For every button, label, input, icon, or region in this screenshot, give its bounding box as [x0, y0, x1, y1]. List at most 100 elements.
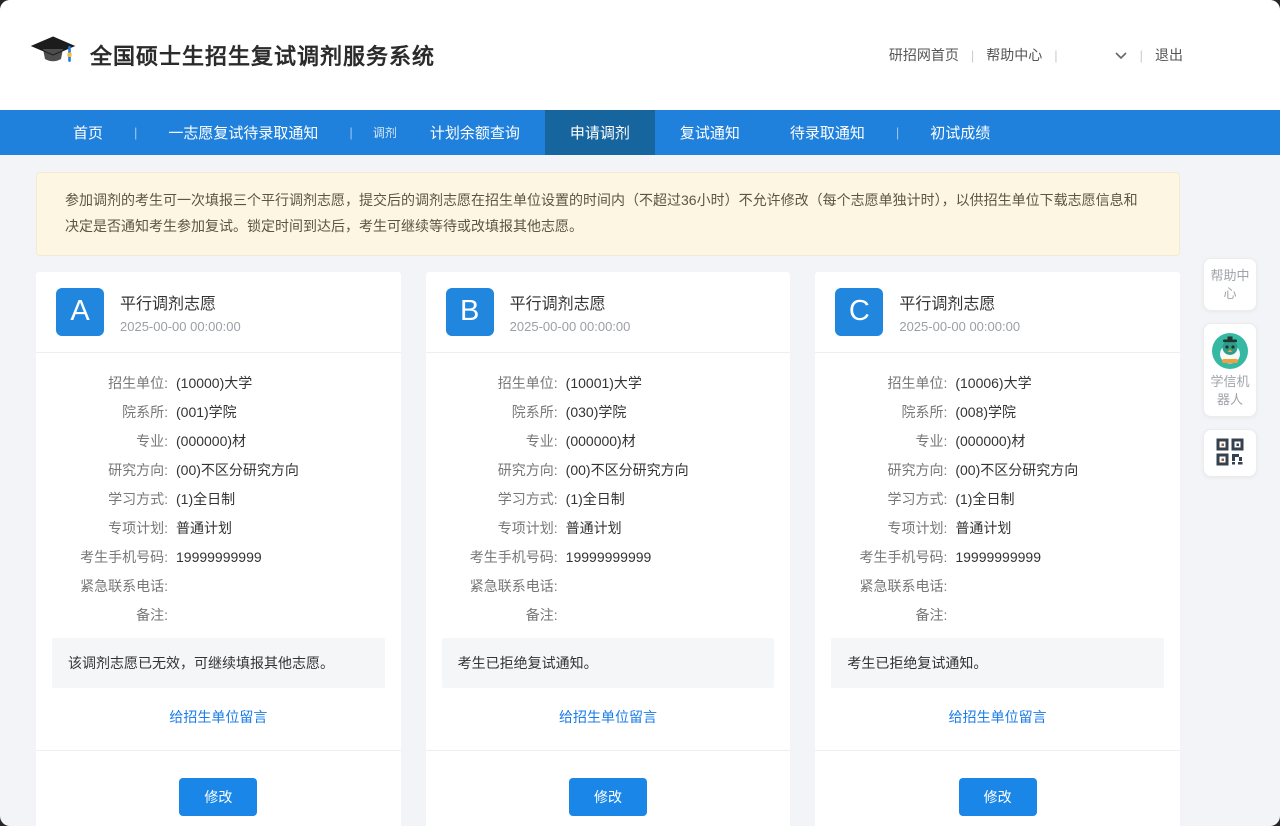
nav-item-link[interactable]: 待录取通知 [765, 110, 890, 155]
modify-button[interactable]: 修改 [959, 778, 1037, 816]
floating-rail: 帮助中心 学信机器人 [1203, 258, 1257, 489]
field-label: 考生手机号码: [50, 548, 168, 567]
card-fields: 招生单位:(10001)大学院系所:(030)学院专业:(000000)材研究方… [426, 353, 791, 635]
graduation-cap-icon [30, 35, 76, 76]
user-dropdown[interactable] [1070, 47, 1128, 63]
field-label: 备注: [50, 606, 168, 625]
field-value: 普通计划 [955, 519, 1011, 538]
header-links: 研招网首页 | 帮助中心 | | 退出 [889, 45, 1183, 65]
field-row: 研究方向:(00)不区分研究方向 [50, 461, 383, 480]
robot-label: 学信机器人 [1208, 373, 1252, 408]
card-fields: 招生单位:(10000)大学院系所:(001)学院专业:(000000)材研究方… [36, 353, 401, 635]
field-row: 紧急联系电话: [440, 577, 773, 596]
link-yanzhao-home[interactable]: 研招网首页 [889, 45, 959, 65]
volunteer-letter-badge: A [56, 288, 104, 336]
message-to-unit-link[interactable]: 给招生单位留言 [559, 709, 657, 725]
field-value: 普通计划 [176, 519, 232, 538]
page-title: 全国硕士生招生复试调剂服务系统 [90, 39, 435, 71]
help-center-widget[interactable]: 帮助中心 [1203, 258, 1257, 311]
volunteer-card-b: B 平行调剂志愿 2025-00-00 00:00:00 招生单位:(10001… [426, 272, 791, 826]
field-label: 招生单位: [440, 374, 558, 393]
field-label: 专项计划: [50, 519, 168, 538]
card-header: B 平行调剂志愿 2025-00-00 00:00:00 [426, 272, 791, 352]
message-link-row: 给招生单位留言 [815, 688, 1180, 750]
field-value: (00)不区分研究方向 [566, 461, 689, 480]
field-row: 学习方式:(1)全日制 [829, 490, 1162, 509]
field-row: 专项计划:普通计划 [440, 519, 773, 538]
app-window: 全国硕士生招生复试调剂服务系统 研招网首页 | 帮助中心 | | 退出 首页|一… [0, 0, 1280, 826]
qr-code-icon [1216, 453, 1244, 470]
field-value: (000000)材 [955, 432, 1025, 451]
field-label: 备注: [829, 606, 947, 625]
field-label: 学习方式: [440, 490, 558, 509]
nav-item-link[interactable]: 一志愿复试待录取通知 [143, 110, 343, 155]
field-value: (10006)大学 [955, 374, 1031, 393]
field-label: 专业: [440, 432, 558, 451]
field-row: 专业:(000000)材 [829, 432, 1162, 451]
card-title: 平行调剂志愿 [120, 290, 241, 314]
nav-separator: | [128, 110, 143, 155]
chsi-robot-widget[interactable]: 学信机器人 [1203, 323, 1257, 417]
card-title: 平行调剂志愿 [510, 290, 631, 314]
link-help-center[interactable]: 帮助中心 [986, 45, 1042, 65]
card-fields: 招生单位:(10006)大学院系所:(008)学院专业:(000000)材研究方… [815, 353, 1180, 635]
card-footer: 修改 [36, 751, 401, 826]
field-row: 紧急联系电话: [829, 577, 1162, 596]
message-to-unit-link[interactable]: 给招生单位留言 [169, 709, 267, 725]
field-row: 院系所: (030)学院 [440, 403, 773, 422]
card-datetime: 2025-00-00 00:00:00 [899, 319, 1020, 334]
field-row: 备注: [829, 606, 1162, 625]
field-row: 院系所: (001)学院 [50, 403, 383, 422]
main-content: 参加调剂的考生可一次填报三个平行调剂志愿，提交后的调剂志愿在招生单位设置的时间内… [36, 172, 1180, 826]
message-to-unit-link[interactable]: 给招生单位留言 [949, 709, 1047, 725]
nav-item-link[interactable]: 复试通知 [655, 110, 765, 155]
card-footer: 修改 [815, 751, 1180, 826]
field-value: (008)学院 [955, 403, 1016, 422]
field-row: 考生手机号码:19999999999 [440, 548, 773, 567]
field-label: 招生单位: [50, 374, 168, 393]
logout-button[interactable]: 退出 [1155, 45, 1183, 65]
field-label: 专业: [50, 432, 168, 451]
nav-item-link[interactable]: 首页 [48, 110, 128, 155]
field-value: 19999999999 [955, 548, 1041, 567]
field-label: 招生单位: [829, 374, 947, 393]
help-center-label: 帮助中心 [1208, 267, 1252, 302]
field-value: (1)全日制 [566, 490, 625, 509]
modify-button[interactable]: 修改 [179, 778, 257, 816]
field-row: 考生手机号码:19999999999 [829, 548, 1162, 567]
field-row: 学习方式:(1)全日制 [50, 490, 383, 509]
header-separator: | [1054, 48, 1057, 63]
chevron-down-icon [1114, 47, 1128, 63]
field-value: (001)学院 [176, 403, 237, 422]
field-row: 研究方向:(00)不区分研究方向 [829, 461, 1162, 480]
field-label: 学习方式: [50, 490, 168, 509]
field-label: 院系所: [50, 403, 168, 422]
card-footer: 修改 [426, 751, 791, 826]
message-link-row: 给招生单位留言 [36, 688, 401, 750]
field-row: 学习方式: (1)全日制 [440, 490, 773, 509]
field-label: 研究方向: [829, 461, 947, 480]
modify-button[interactable]: 修改 [569, 778, 647, 816]
status-message: 考生已拒绝复试通知。 [442, 638, 775, 688]
nav-separator: | [890, 110, 905, 155]
field-label: 院系所: [440, 403, 558, 422]
nav-separator: | [343, 110, 358, 155]
nav-item-link[interactable]: 初试成绩 [905, 110, 1015, 155]
brand: 全国硕士生招生复试调剂服务系统 [30, 35, 435, 76]
field-value: 19999999999 [176, 548, 262, 567]
nav-group-label: 调剂 [359, 110, 405, 155]
field-value: (00)不区分研究方向 [176, 461, 299, 480]
field-row: 研究方向: (00)不区分研究方向 [440, 461, 773, 480]
nav-item-active[interactable]: 申请调剂 [545, 110, 655, 155]
field-value: (030)学院 [566, 403, 627, 422]
field-value: 19999999999 [566, 548, 652, 567]
message-link-row: 给招生单位留言 [426, 688, 791, 750]
main-nav: 首页|一志愿复试待录取通知|调剂计划余额查询申请调剂复试通知待录取通知|初试成绩 [0, 110, 1280, 155]
field-label: 研究方向: [440, 461, 558, 480]
field-row: 专业:(000000)材 [440, 432, 773, 451]
volunteer-cards: A 平行调剂志愿 2025-00-00 00:00:00 招生单位:(10000… [36, 272, 1180, 826]
header-separator: | [971, 48, 974, 63]
nav-item-link[interactable]: 计划余额查询 [405, 110, 545, 155]
qr-code-widget[interactable] [1203, 429, 1257, 477]
field-row: 备注: [50, 606, 383, 625]
